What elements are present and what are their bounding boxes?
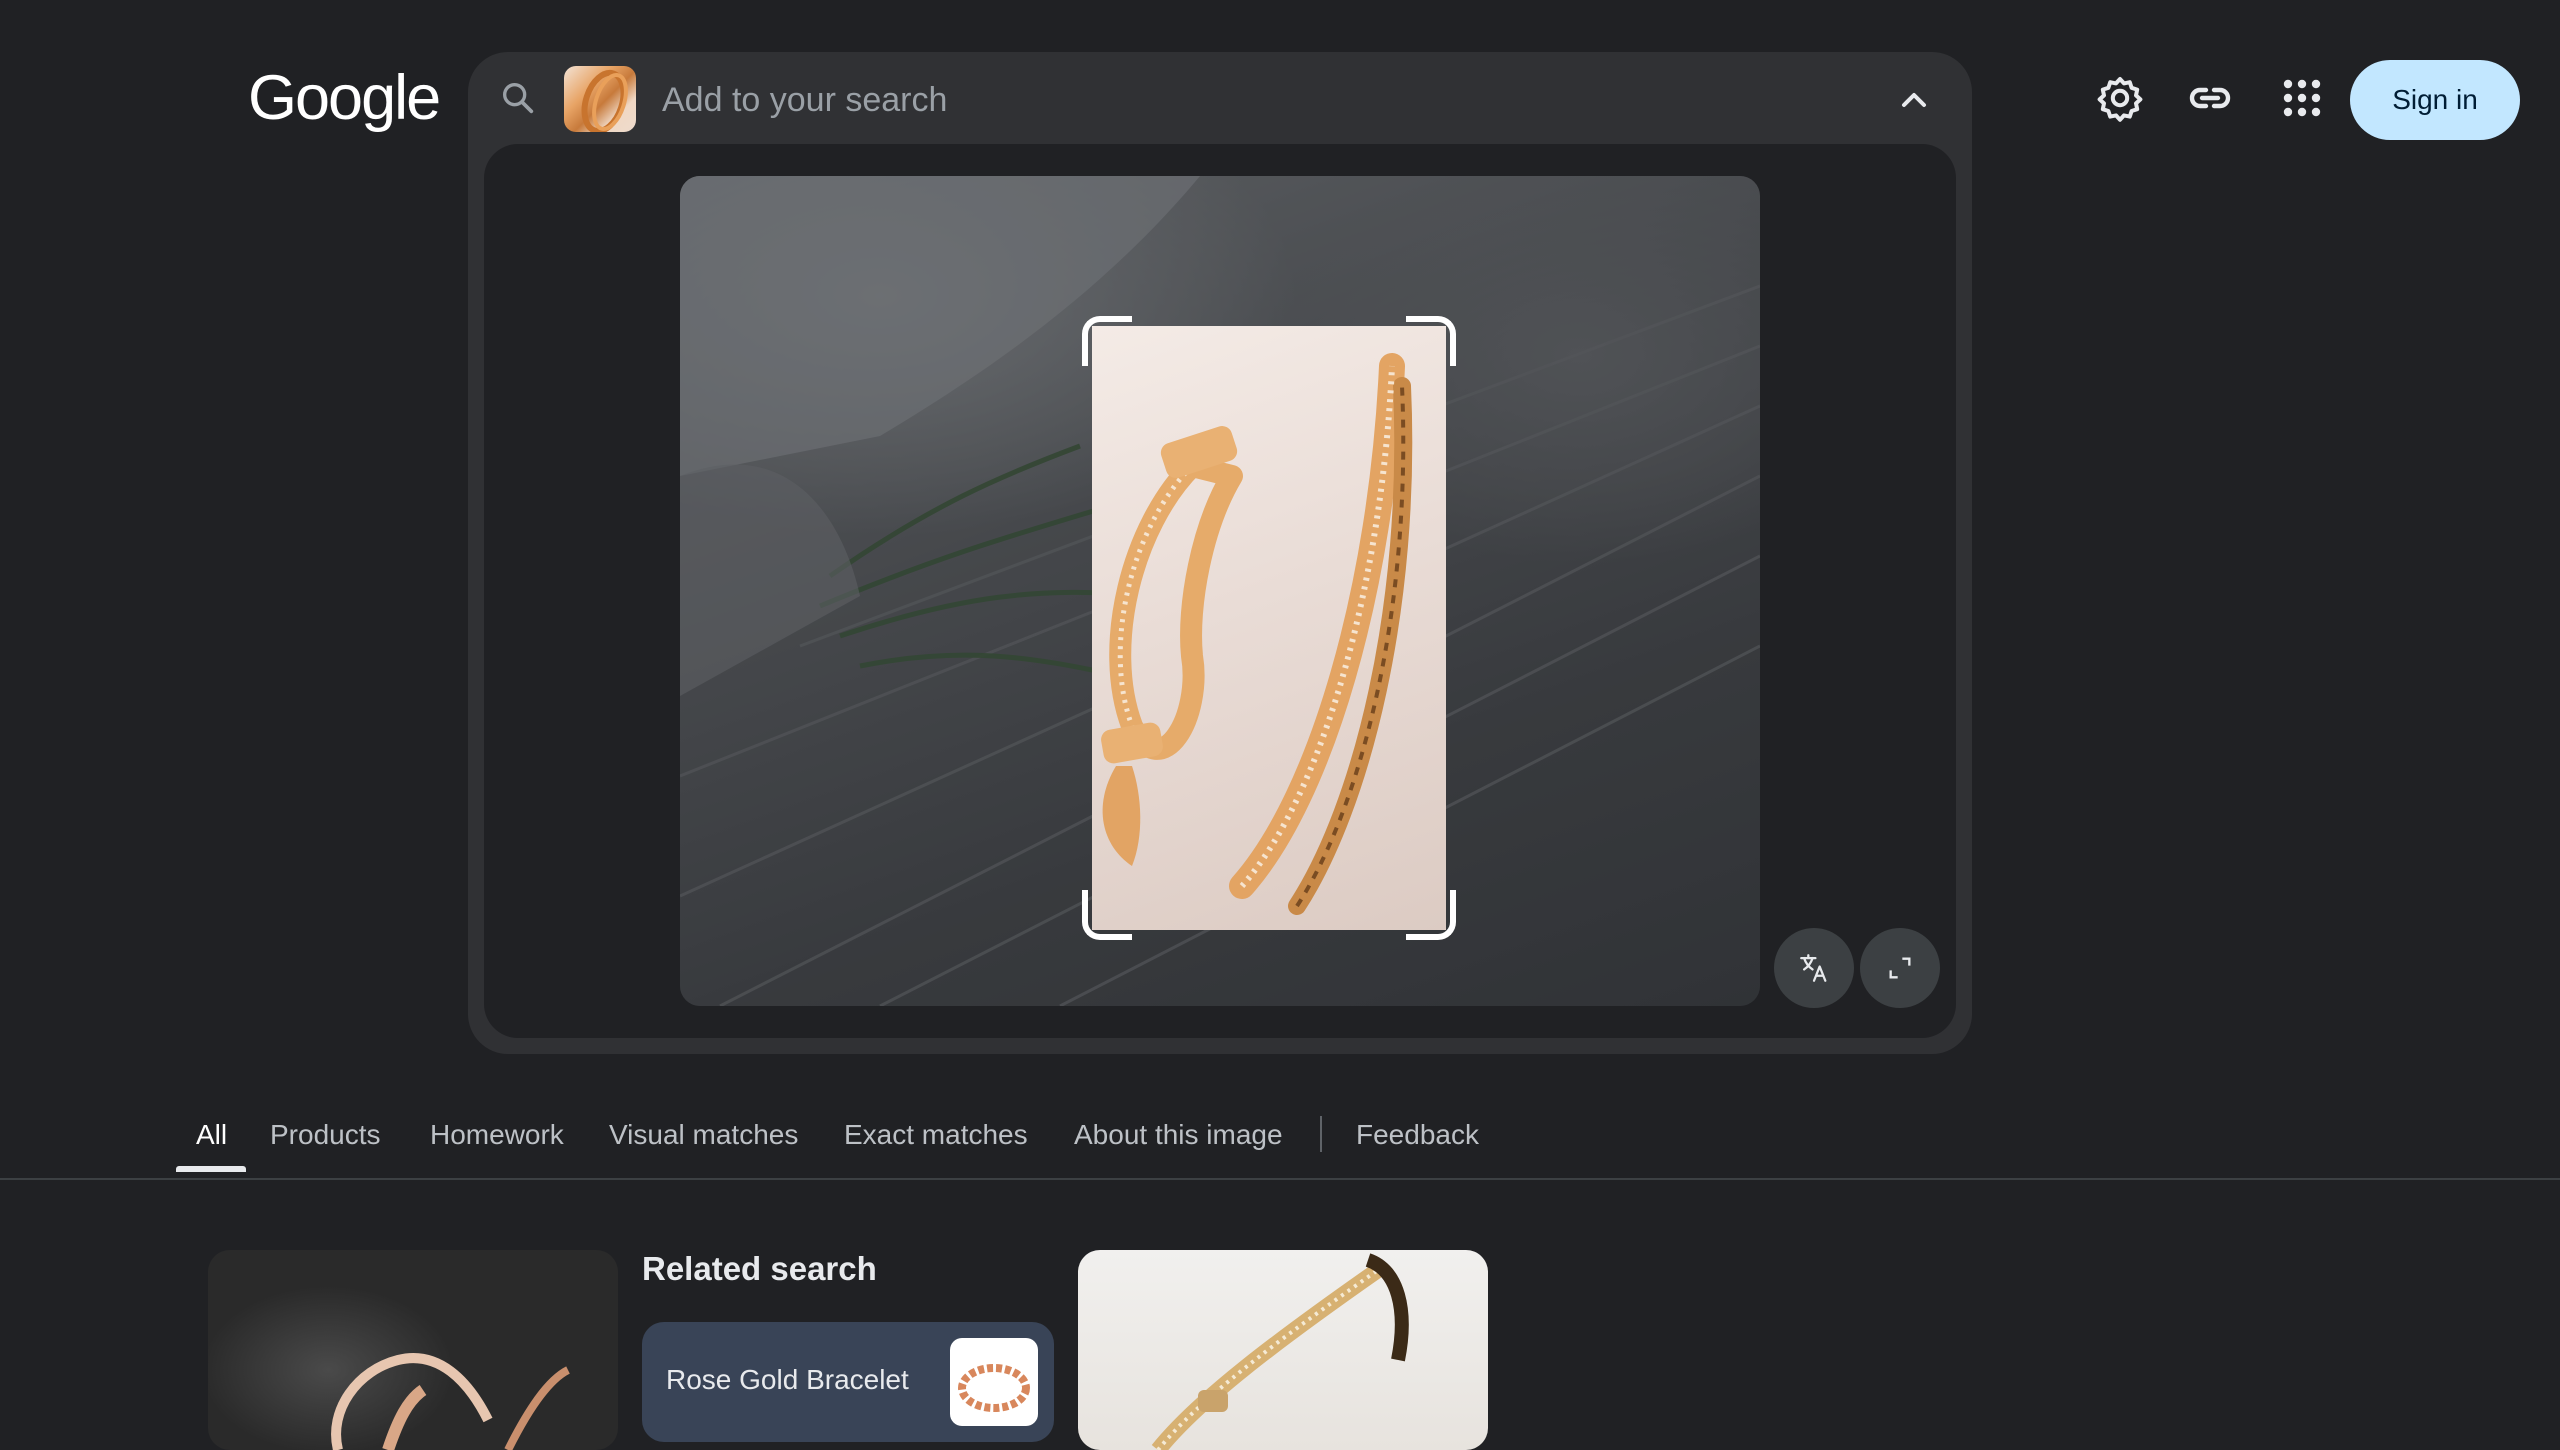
tab-exact-matches[interactable]: Exact matches: [844, 1100, 1028, 1176]
image-preview-area: [484, 144, 1956, 1038]
crop-handle-top-left[interactable]: [1082, 316, 1132, 366]
related-search-chip[interactable]: Rose Gold Bracelet: [642, 1322, 1054, 1442]
tabs-divider-line: [0, 1178, 2560, 1180]
search-panel: [468, 52, 1972, 1054]
crop-handle-top-right[interactable]: [1406, 316, 1456, 366]
crop-handles[interactable]: [1082, 316, 1456, 940]
tab-divider: [1320, 1116, 1322, 1152]
tab-visual-matches[interactable]: Visual matches: [609, 1100, 798, 1176]
related-search-thumbnail: [950, 1338, 1038, 1426]
gear-icon[interactable]: [2096, 74, 2144, 122]
tab-all[interactable]: All: [196, 1100, 227, 1176]
tab-products[interactable]: Products: [270, 1100, 381, 1176]
search-icon[interactable]: [498, 78, 538, 118]
expand-icon: [1889, 957, 1911, 979]
result-image-card[interactable]: [1078, 1250, 1488, 1450]
google-logo[interactable]: Google: [248, 62, 441, 134]
search-input[interactable]: [660, 74, 1664, 126]
sign-in-button[interactable]: Sign in: [2350, 60, 2520, 140]
fullscreen-button[interactable]: [1860, 928, 1940, 1008]
tab-about-this-image[interactable]: About this image: [1074, 1100, 1283, 1176]
search-bar: [468, 52, 1972, 146]
apps-grid-icon[interactable]: [2278, 74, 2326, 122]
query-image-thumbnail[interactable]: [564, 66, 636, 132]
crop-handle-bottom-right[interactable]: [1406, 890, 1456, 940]
tab-feedback[interactable]: Feedback: [1356, 1100, 1479, 1176]
active-tab-indicator: [176, 1166, 246, 1172]
chevron-up-icon[interactable]: [1894, 80, 1934, 120]
related-search-title: Related search: [642, 1250, 877, 1287]
translate-icon: [1800, 954, 1827, 982]
tab-homework[interactable]: Homework: [430, 1100, 564, 1176]
crop-handle-bottom-left[interactable]: [1082, 890, 1132, 940]
translate-button[interactable]: [1774, 928, 1854, 1008]
related-search-label: Rose Gold Bracelet: [666, 1364, 909, 1395]
link-icon[interactable]: [2186, 74, 2234, 122]
result-image-card[interactable]: [208, 1250, 618, 1450]
